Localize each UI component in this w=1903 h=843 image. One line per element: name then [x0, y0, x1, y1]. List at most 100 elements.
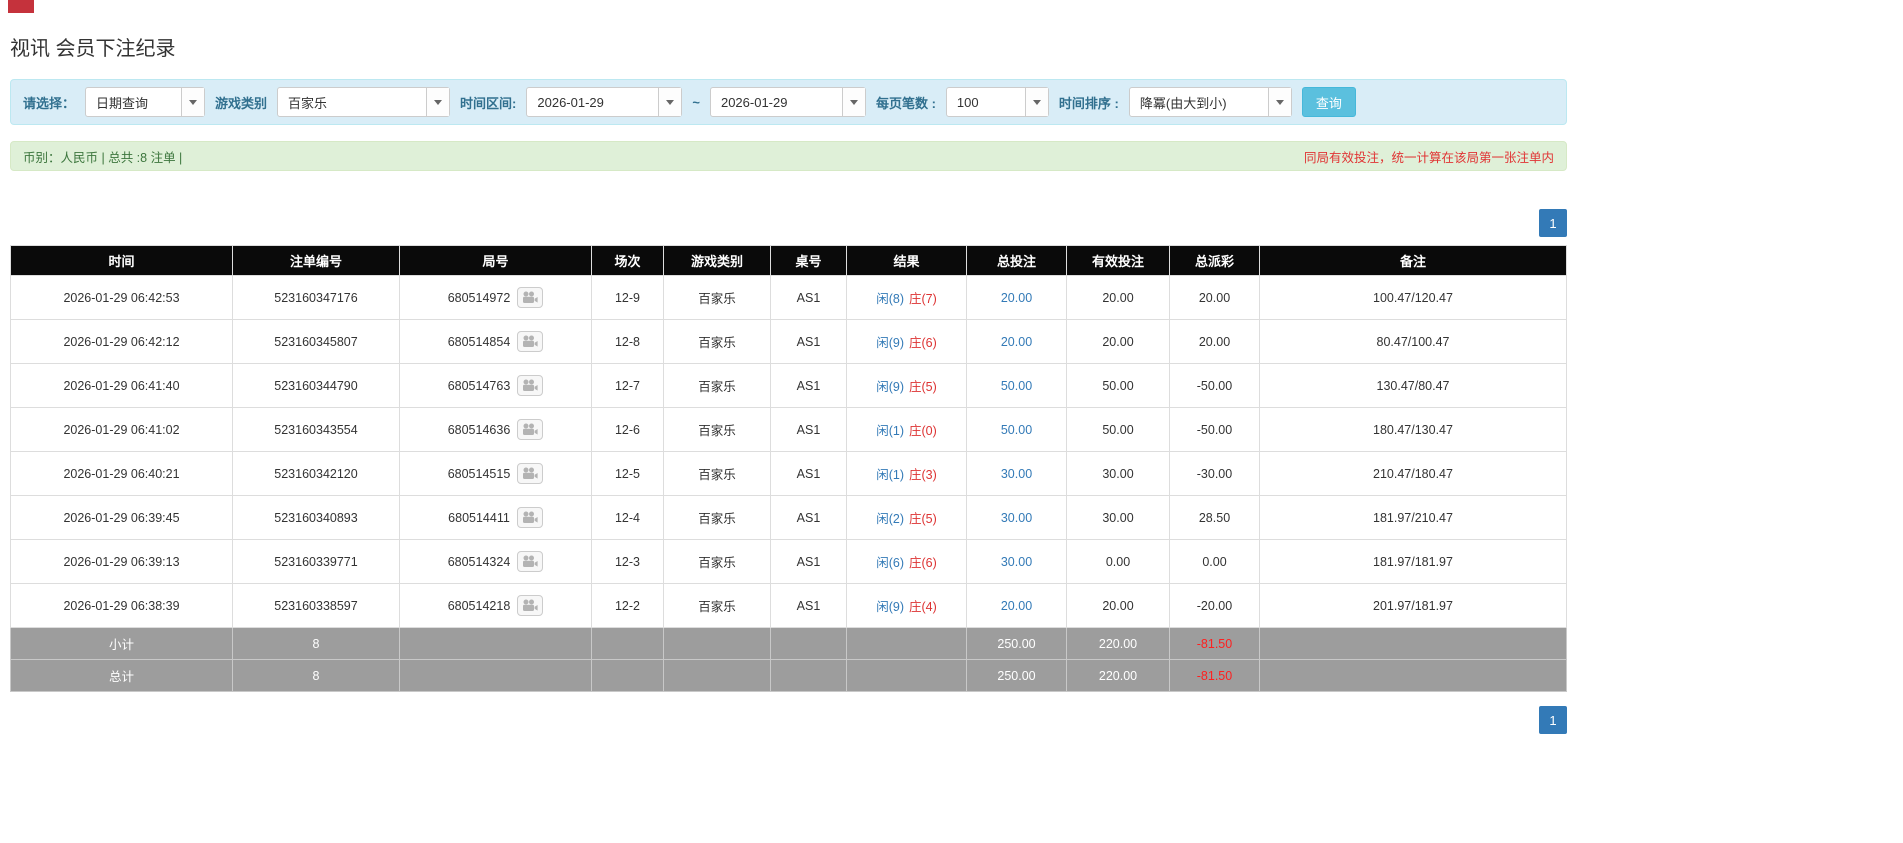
summary-bar: 币别：人民币 | 总共 :8 注单 | 同局有效投注，统一计算在该局第一张注单内: [10, 141, 1567, 171]
cell-table-no: AS1: [770, 363, 847, 408]
subtotal-row: 小计 8 250.00 220.00 -81.50: [10, 627, 1567, 660]
video-replay-icon[interactable]: [517, 463, 544, 484]
cell-time: 2026-01-29 06:38:39: [10, 583, 233, 628]
header-note: 备注: [1259, 245, 1567, 276]
total-bet-link[interactable]: 50.00: [1001, 423, 1032, 437]
game-type-select[interactable]: 百家乐: [277, 87, 451, 117]
cell-note: 80.47/100.47: [1259, 319, 1567, 364]
caret-down-icon[interactable]: [658, 88, 682, 116]
caret-down-icon[interactable]: [841, 88, 865, 116]
total-bet-link[interactable]: 20.00: [1001, 335, 1032, 349]
cell-session: 12-9: [591, 275, 664, 320]
cell-bet-id: 523160342120: [232, 451, 400, 496]
logo-fragment: [8, 0, 34, 13]
total-bet-link[interactable]: 50.00: [1001, 379, 1032, 393]
cell-note: 210.47/180.47: [1259, 451, 1567, 496]
bet-records-table: 时间 注单编号 局号 场次 游戏类别 桌号 结果 总投注 有效投注 总派彩 备注…: [10, 245, 1567, 692]
video-replay-icon[interactable]: [517, 331, 544, 352]
cell-total-bet: 20.00: [966, 583, 1067, 628]
video-replay-icon[interactable]: [517, 551, 544, 572]
cell-payout: 0.00: [1169, 539, 1260, 584]
total-bet-link[interactable]: 30.00: [1001, 467, 1032, 481]
total-label: 总计: [10, 659, 233, 692]
page-size-value: 100: [956, 94, 979, 110]
cell-result: 闲(8) 庄(7): [846, 275, 967, 320]
video-replay-icon[interactable]: [517, 375, 544, 396]
sort-order-value: 降冪(由大到小): [1139, 95, 1227, 111]
page: 视讯 会员下注纪录 请选择： 日期查询 游戏类别 百家乐 时间区间: 2026-…: [10, 0, 1567, 734]
cell-note: 181.97/210.47: [1259, 495, 1567, 540]
page-size-select[interactable]: 100: [945, 87, 1049, 117]
cell-payout: 20.00: [1169, 319, 1260, 364]
result-banker: 庄(5): [909, 512, 937, 526]
result-player: 闲(9): [876, 600, 904, 614]
pagination-top: 1: [10, 209, 1567, 237]
header-payout: 总派彩: [1169, 245, 1260, 276]
pagination-bottom: 1: [10, 706, 1567, 734]
table-row: 2026-01-29 06:41:40 523160344790 6805147…: [10, 363, 1567, 408]
total-bet-link[interactable]: 20.00: [1001, 291, 1032, 305]
round-id-text: 680514636: [447, 422, 511, 437]
cell-note: 181.97/181.97: [1259, 539, 1567, 584]
cell-payout: -50.00: [1169, 363, 1260, 408]
caret-down-icon[interactable]: [426, 88, 450, 116]
header-result: 结果: [846, 245, 967, 276]
cell-time: 2026-01-29 06:39:13: [10, 539, 233, 584]
caret-down-icon[interactable]: [181, 88, 205, 116]
cell-valid-bet: 20.00: [1066, 583, 1170, 628]
cell-time: 2026-01-29 06:41:02: [10, 407, 233, 452]
round-id-text: 680514763: [447, 378, 511, 393]
cell-session: 12-7: [591, 363, 664, 408]
header-valid-bet: 有效投注: [1066, 245, 1170, 276]
date-from-select[interactable]: 2026-01-29: [526, 87, 683, 117]
cell-total-bet: 20.00: [966, 275, 1067, 320]
cell-round-id: 680514763: [399, 363, 592, 408]
result-banker: 庄(0): [909, 424, 937, 438]
game-type-value: 百家乐: [288, 95, 328, 111]
page-size-label: 每页笔数 :: [875, 95, 936, 111]
cell-valid-bet: 30.00: [1066, 495, 1170, 540]
date-to-select[interactable]: 2026-01-29: [709, 87, 866, 117]
cell-game-type: 百家乐: [663, 275, 771, 320]
cell-session: 12-4: [591, 495, 664, 540]
subtotal-total-bet: 250.00: [966, 627, 1067, 660]
cell-table-no: AS1: [770, 407, 847, 452]
cell-total-bet: 30.00: [966, 539, 1067, 584]
cell-valid-bet: 20.00: [1066, 319, 1170, 364]
cell-session: 12-5: [591, 451, 664, 496]
total-bet-link[interactable]: 30.00: [1001, 555, 1032, 569]
video-replay-icon[interactable]: [517, 595, 544, 616]
total-bet-link[interactable]: 20.00: [1001, 599, 1032, 613]
page-button-1[interactable]: 1: [1539, 209, 1567, 237]
cell-note: 100.47/120.47: [1259, 275, 1567, 320]
cell-valid-bet: 30.00: [1066, 451, 1170, 496]
table-row: 2026-01-29 06:42:53 523160347176 6805149…: [10, 275, 1567, 320]
total-bet-link[interactable]: 30.00: [1001, 511, 1032, 525]
cell-valid-bet: 0.00: [1066, 539, 1170, 584]
caret-down-icon[interactable]: [1267, 88, 1291, 116]
page-button-1[interactable]: 1: [1539, 706, 1567, 734]
sort-order-select[interactable]: 降冪(由大到小): [1128, 87, 1292, 117]
round-id-text: 680514515: [447, 466, 511, 481]
filter-bar: 请选择： 日期查询 游戏类别 百家乐 时间区间: 2026-01-29 ~ 20…: [10, 79, 1567, 125]
round-id-text: 680514218: [447, 598, 511, 613]
video-replay-icon[interactable]: [517, 419, 544, 440]
cell-round-id: 680514324: [399, 539, 592, 584]
cell-payout: 28.50: [1169, 495, 1260, 540]
game-type-label: 游戏类别: [215, 95, 268, 111]
video-replay-icon[interactable]: [517, 287, 544, 308]
query-type-select[interactable]: 日期查询: [85, 87, 206, 117]
cell-game-type: 百家乐: [663, 407, 771, 452]
cell-round-id: 680514972: [399, 275, 592, 320]
result-player: 闲(9): [876, 380, 904, 394]
caret-down-icon[interactable]: [1024, 88, 1048, 116]
query-type-label: 请选择：: [23, 95, 76, 111]
result-banker: 庄(4): [909, 600, 937, 614]
video-replay-icon[interactable]: [516, 507, 543, 528]
round-id-text: 680514854: [447, 334, 511, 349]
result-player: 闲(6): [876, 556, 904, 570]
search-button[interactable]: 查询: [1301, 87, 1356, 117]
cell-payout: 20.00: [1169, 275, 1260, 320]
cell-result: 闲(2) 庄(5): [846, 495, 967, 540]
cell-result: 闲(6) 庄(6): [846, 539, 967, 584]
